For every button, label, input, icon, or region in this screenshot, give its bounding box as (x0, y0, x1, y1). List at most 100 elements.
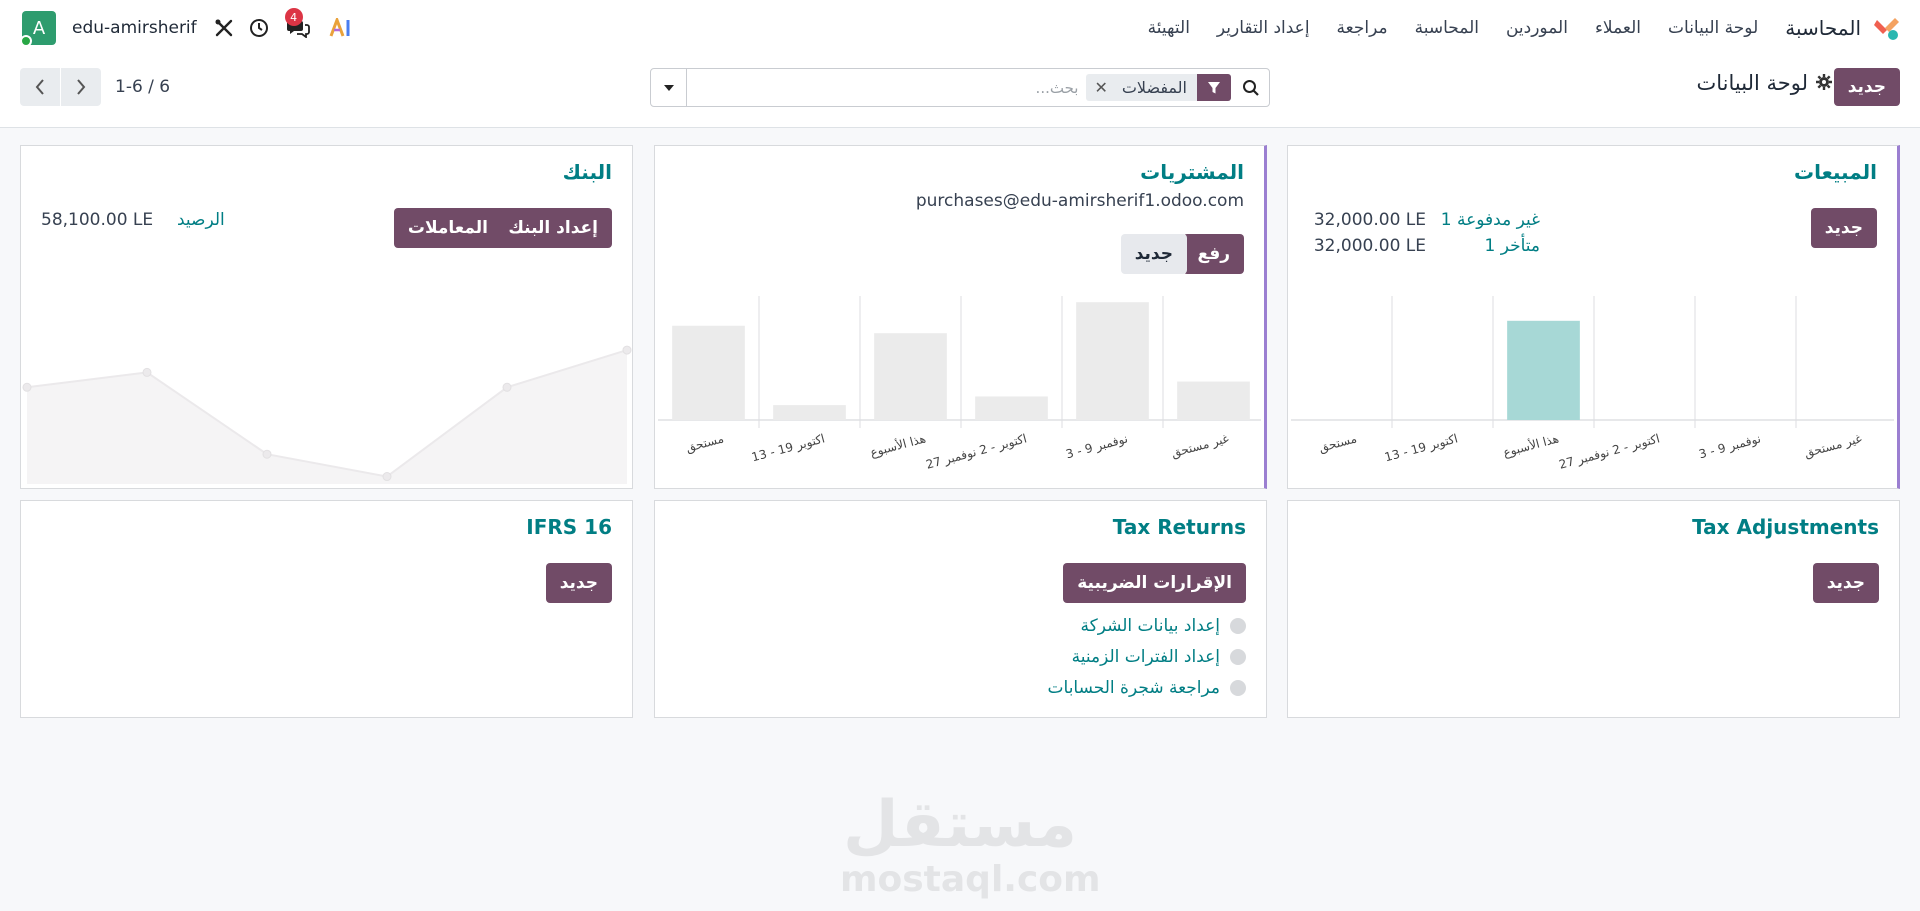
balance-point[interactable] (262, 449, 272, 459)
bank-balance-chart[interactable] (21, 296, 634, 486)
menu-reporting[interactable]: إعداد التقارير (1217, 18, 1310, 38)
watermark: مستقل mostaql.com (840, 788, 1101, 900)
x-tick-label: هذا الأسبوع (1501, 430, 1560, 460)
app-title[interactable]: المحاسبة (1785, 16, 1861, 40)
gear-icon[interactable] (1816, 71, 1832, 95)
purchases-title[interactable]: المشتريات (1140, 160, 1244, 184)
tax-adjustments-title[interactable]: Tax Adjustments (1692, 515, 1879, 539)
clock-icon[interactable] (249, 18, 269, 38)
online-status-dot (20, 35, 32, 47)
messages-badge: 4 (284, 8, 303, 26)
step-status-icon (1230, 618, 1246, 634)
balance-amount: 58,100.00 LE (41, 210, 154, 230)
pager-next-button[interactable] (61, 68, 101, 106)
bar[interactable] (1076, 302, 1149, 420)
bar[interactable] (1507, 320, 1580, 420)
search-input[interactable] (687, 69, 1087, 106)
x-tick-label: 27 اكتوبر - 2 نوفمبر (924, 431, 1028, 472)
ifrs16-new-button[interactable]: جديد (545, 563, 612, 603)
balance-point[interactable] (382, 472, 392, 482)
bar[interactable] (1177, 381, 1250, 420)
purchases-new-button[interactable]: جديد (1120, 234, 1187, 274)
remove-facet-icon[interactable]: ✕ (1086, 78, 1115, 97)
tax-returns-button[interactable]: الإقرارات الضريبية (1063, 563, 1246, 603)
sales-late-link[interactable]: 1 متأخر (1484, 236, 1540, 256)
tax-adjustments-card: Tax Adjustments جديد (1287, 500, 1900, 718)
menu-vendors[interactable]: الموردين (1506, 18, 1568, 38)
checklist-item[interactable]: إعداد الفترات الزمنية (1072, 647, 1246, 667)
sales-late-amount: 32,000.00 LE (1313, 236, 1426, 256)
ifrs16-title[interactable]: IFRS 16 (526, 515, 612, 539)
x-tick-label: هذا الأسبوع (868, 430, 927, 460)
x-tick-label: 3 - 9 نوفمبر (1697, 431, 1762, 462)
pager-value[interactable]: 1-6 / 6 (115, 77, 170, 97)
messages-icon[interactable]: 4 (284, 8, 311, 38)
checklist-chart-of-accounts[interactable]: مراجعة شجرة الحسابات (1048, 678, 1220, 698)
watermark-arabic: مستقل (842, 788, 1078, 862)
menu-customers[interactable]: العملاء (1595, 18, 1641, 38)
sales-unpaid-amount: 32,000.00 LE (1313, 210, 1426, 230)
checklist-item[interactable]: مراجعة شجرة الحسابات (1048, 678, 1246, 698)
sales-bar-chart[interactable]: مستحق 13 - 19 اكتوبر هذا الأسبوع27 اكتوبر … (1288, 296, 1898, 486)
search-icon[interactable] (1233, 69, 1269, 106)
checklist-item[interactable]: إعداد بيانات الشركة (1080, 616, 1246, 636)
purchases-journal-card: المشتريات purchases@edu-amirsherif1.odoo… (654, 145, 1267, 489)
x-tick-label: 13 - 19 اكتوبر (750, 431, 826, 465)
ifrs16-card: IFRS 16 جديد (20, 500, 633, 718)
page-title: لوحة البيانات (1696, 71, 1808, 95)
user-avatar[interactable]: A (20, 11, 56, 47)
purchases-email: purchases@edu-amirsherif1.odoo.com (915, 191, 1244, 211)
x-tick-label: غير مستحق (1170, 431, 1231, 461)
x-tick-label: غير مستحق (1803, 431, 1864, 461)
menu-configuration[interactable]: التهيئة (1148, 18, 1190, 38)
tools-icon[interactable] (215, 19, 233, 37)
balance-point[interactable] (22, 382, 32, 392)
pager-previous-button[interactable] (20, 68, 60, 106)
checklist-company-data[interactable]: إعداد بيانات الشركة (1080, 616, 1220, 636)
upload-button[interactable]: رفع (1183, 234, 1244, 274)
transactions-button[interactable]: المعاملات (393, 208, 502, 248)
company-name[interactable]: edu-amirsherif (72, 18, 197, 38)
accounting-app-icon[interactable] (1874, 15, 1900, 41)
sales-new-button[interactable]: جديد (1810, 208, 1877, 248)
ai-icon[interactable] (329, 18, 353, 38)
x-tick-label: مستحق (684, 431, 725, 455)
bank-journal-card: البنك إعداد البنك المعاملات الرصيد 58,10… (20, 145, 633, 489)
sales-unpaid-link[interactable]: 1 غير مدفوعة (1441, 210, 1540, 230)
bar[interactable] (672, 325, 745, 420)
sales-journal-card: المبيعات جديد 1 غير مدفوعة 32,000.00 LE … (1287, 145, 1900, 489)
top-navbar: المحاسبة لوحة البيانات العملاء الموردين … (0, 0, 1920, 56)
x-tick-label: 3 - 9 نوفمبر (1064, 431, 1129, 462)
new-button[interactable]: جديد (1833, 68, 1900, 106)
breadcrumb: لوحة البيانات (1697, 71, 1832, 95)
bar[interactable] (773, 405, 846, 420)
x-tick-label: مستحق (1317, 431, 1358, 455)
pager: 1-6 / 6 (20, 68, 170, 106)
balance-point[interactable] (622, 345, 632, 355)
bar[interactable] (874, 333, 947, 420)
x-tick-label: 13 - 19 اكتوبر (1383, 431, 1459, 465)
sales-title[interactable]: المبيعات (1794, 160, 1877, 184)
menu-dashboard[interactable]: لوحة البيانات (1668, 18, 1758, 38)
menu-accounting[interactable]: المحاسبة (1415, 18, 1479, 38)
search-bar: المفضلات ✕ (650, 68, 1270, 107)
tax-returns-title[interactable]: Tax Returns (1113, 515, 1246, 539)
balance-point[interactable] (502, 382, 512, 392)
x-tick-label: 27 اكتوبر - 2 نوفمبر (1557, 431, 1661, 472)
tax-adjustments-new-button[interactable]: جديد (1812, 563, 1879, 603)
control-panel: جديد لوحة البيانات المفضلات ✕ 1-6 / 6 (0, 56, 1920, 128)
bar[interactable] (975, 396, 1048, 420)
menu-review[interactable]: مراجعة (1337, 18, 1388, 38)
bank-title[interactable]: البنك (563, 160, 612, 184)
search-options-toggle[interactable] (651, 69, 687, 106)
bank-setup-button[interactable]: إعداد البنك (494, 208, 612, 248)
checklist-periods[interactable]: إعداد الفترات الزمنية (1072, 647, 1220, 667)
main-menu: المحاسبة لوحة البيانات العملاء الموردين … (1148, 0, 1900, 56)
favorites-facet: المفضلات ✕ (1086, 74, 1231, 101)
balance-point[interactable] (142, 367, 152, 377)
systray: A edu-amirsherif 4 (20, 0, 353, 56)
purchases-bar-chart[interactable]: مستحق 13 - 19 اكتوبر هذا الأسبوع27 اكتوبر … (655, 296, 1265, 486)
balance-area (27, 350, 627, 484)
balance-label[interactable]: الرصيد (177, 210, 225, 230)
tax-returns-card: Tax Returns الإقرارات الضريبية إعداد بيا… (654, 500, 1267, 718)
